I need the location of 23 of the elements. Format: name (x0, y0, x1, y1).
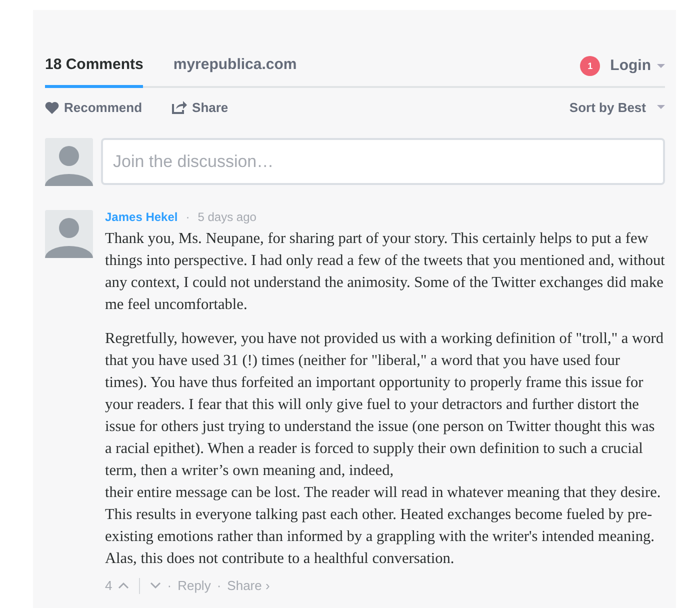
avatar-icon (45, 210, 93, 258)
separator: · (167, 577, 172, 595)
downvote-icon[interactable] (150, 582, 162, 590)
separator: · (216, 577, 222, 595)
comment-input[interactable]: Join the discussion… (101, 138, 665, 185)
upvote-icon[interactable] (118, 582, 130, 590)
heart-icon (45, 100, 59, 114)
author-link[interactable]: James Hekel (105, 208, 178, 226)
share-icon (172, 100, 188, 114)
share-button[interactable]: Share (172, 98, 228, 117)
notification-badge[interactable]: 1 (580, 56, 600, 76)
sort-dropdown[interactable]: Sort by Best (569, 98, 665, 117)
login-button[interactable]: Login (610, 55, 665, 78)
comment-text: Regretfully, however, you have not provided us with a working definition of "troll," a word that you have used 31 (!) times (neither for "liberal," a word that you have used four times). You have thus forfeited an important opportunity to properly frame this issue for your readers. I fear that this will only give fuel to your detractors and further distort the issue for others just trying to understand the issue (one person on Twitter thought this was a racial epithet). When a reader is forced to supply their own definition to such a crucial term, then a writer’s own meaning and, indeed, their entire message can be lost. The reader will read in whatever meaning that they desire. This results in everyone talking past each other. Heated exchanges become fueled by pre-existing emotions rather than informed by a grappling with the writer's intended meaning. Alas, this does not contribute to a healthful conversation. (105, 329, 664, 569)
caret-icon (657, 105, 665, 110)
separator: · (186, 209, 190, 226)
avatar-icon (45, 138, 93, 186)
recommend-button[interactable]: Recommend (45, 98, 142, 117)
comment-text: Thank you, Ms. Neupane, for sharing part of your story. This certainly helps to put a few things into perspective. I had only read a few of the tweets that you mentioned and, without any context, I could not understand the animosity. Some of the Twitter exchanges did make me feel uncomfortable. (105, 229, 665, 315)
tab[interactable]: myrepublica.com (173, 54, 297, 88)
vote-count: 4 (105, 577, 112, 595)
tab[interactable]: 18 Comments (45, 54, 144, 88)
caret-icon (657, 64, 665, 68)
